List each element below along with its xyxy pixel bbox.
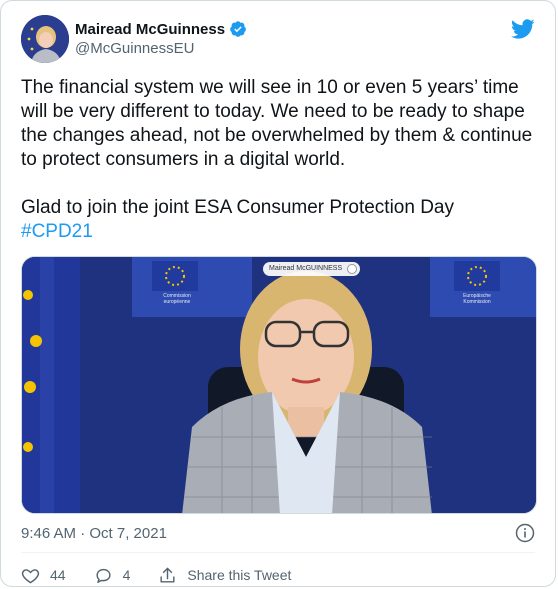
share-icon <box>160 567 175 583</box>
share-button[interactable]: Share this Tweet <box>158 566 291 585</box>
like-count: 44 <box>50 567 66 583</box>
divider <box>21 552 535 553</box>
reply-icon <box>96 568 111 583</box>
author-handle[interactable]: @McGuinnessEU <box>75 40 194 57</box>
avatar[interactable] <box>21 15 69 63</box>
tweet-actions: 44 4 Share this Tweet <box>21 565 319 585</box>
like-button[interactable]: 44 <box>21 566 66 585</box>
verified-badge-icon <box>229 20 247 38</box>
reply-button[interactable]: 4 <box>94 566 131 585</box>
record-indicator-icon <box>347 264 358 274</box>
tweet-paragraph-2-text: Glad to join the joint ESA Consumer Prot… <box>21 197 455 218</box>
participant-name: Mairead McGUINNESS <box>269 265 343 272</box>
tweet-card: Mairead McGuinness @McGuinnessEU The fin… <box>0 0 556 587</box>
banner-text-left: Commission européenne <box>163 293 191 305</box>
author-name-row: Mairead McGuinness <box>75 20 247 38</box>
tweet-text: The financial system we will see in 10 o… <box>21 76 541 244</box>
like-icon <box>21 568 40 583</box>
tweet-paragraph-1: The financial system we will see in 10 o… <box>21 77 533 170</box>
participant-name-tag: Mairead McGUINNESS <box>263 262 361 276</box>
info-icon[interactable] <box>515 523 535 543</box>
tweet-timestamp[interactable]: 9:46 AM · Oct 7, 2021 <box>21 525 167 542</box>
share-label: Share this Tweet <box>187 567 292 583</box>
author-name[interactable]: Mairead McGuinness <box>75 21 225 38</box>
tweet-paragraph-2: Glad to join the joint ESA Consumer Prot… <box>21 196 541 244</box>
twitter-bird-icon[interactable] <box>511 17 535 41</box>
tweet-media-image[interactable]: Commission européenne Europäische Kommis… <box>21 256 537 514</box>
tweet-header: Mairead McGuinness @McGuinnessEU <box>21 15 535 63</box>
hashtag-link[interactable]: #CPD21 <box>21 221 93 242</box>
banner-text-right: Europäische Kommission <box>463 293 491 305</box>
reply-count: 4 <box>122 567 131 583</box>
